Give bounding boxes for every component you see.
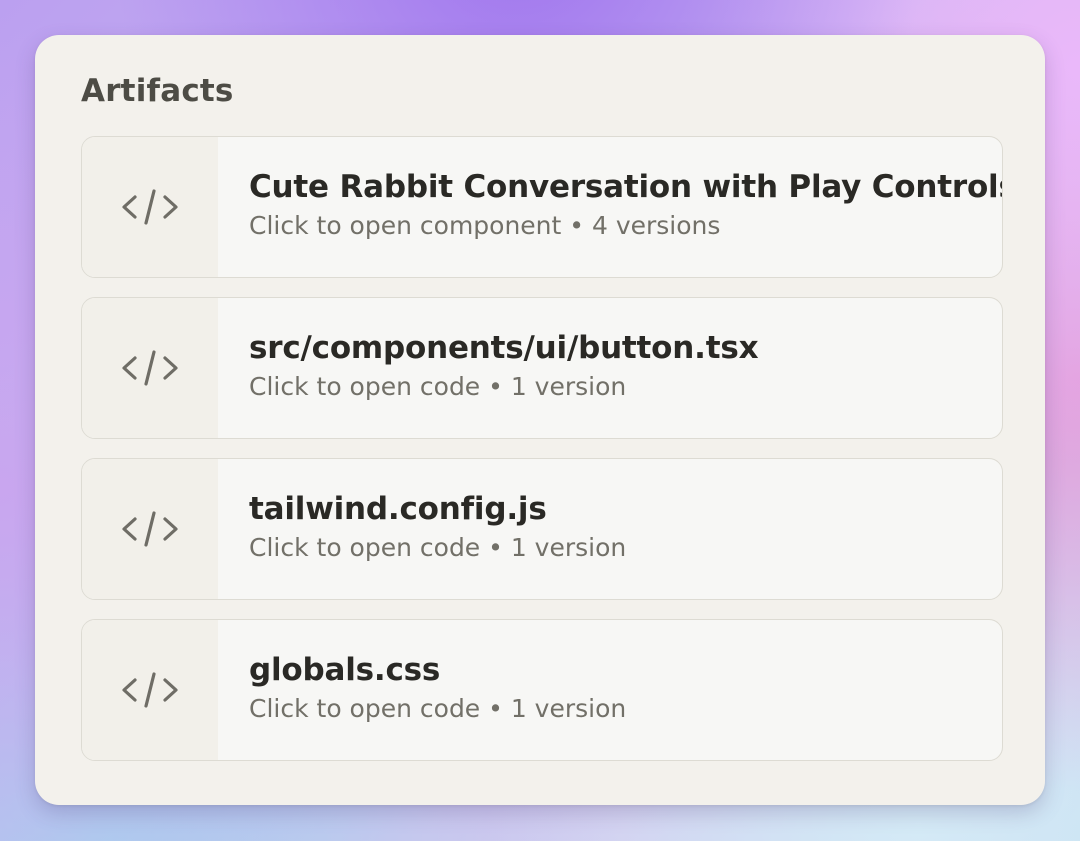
artifact-card[interactable]: Cute Rabbit Conversation with Play Contr… bbox=[81, 136, 1003, 278]
artifact-card[interactable]: globals.css Click to open code • 1 versi… bbox=[81, 619, 1003, 761]
artifact-card[interactable]: tailwind.config.js Click to open code • … bbox=[81, 458, 1003, 600]
artifact-icon-box bbox=[82, 459, 218, 599]
artifact-subtitle: Click to open component • 4 versions bbox=[249, 211, 721, 240]
code-icon bbox=[122, 509, 178, 549]
code-icon bbox=[122, 187, 178, 227]
artifact-icon-box bbox=[82, 298, 218, 438]
artifact-text: Cute Rabbit Conversation with Play Contr… bbox=[218, 137, 1002, 277]
code-icon bbox=[122, 670, 178, 710]
artifact-card[interactable]: src/components/ui/button.tsx Click to op… bbox=[81, 297, 1003, 439]
artifact-list: Cute Rabbit Conversation with Play Contr… bbox=[81, 136, 1003, 780]
artifact-title: Cute Rabbit Conversation with Play Contr… bbox=[249, 169, 1003, 205]
artifact-text: tailwind.config.js Click to open code • … bbox=[218, 459, 1002, 599]
artifact-subtitle: Click to open code • 1 version bbox=[249, 694, 627, 723]
artifact-subtitle: Click to open code • 1 version bbox=[249, 372, 627, 401]
artifact-icon-box bbox=[82, 620, 218, 760]
artifact-text: globals.css Click to open code • 1 versi… bbox=[218, 620, 1002, 760]
artifact-text: src/components/ui/button.tsx Click to op… bbox=[218, 298, 1002, 438]
artifact-subtitle: Click to open code • 1 version bbox=[249, 533, 627, 562]
code-icon bbox=[122, 348, 178, 388]
artifact-icon-box bbox=[82, 137, 218, 277]
artifact-title: globals.css bbox=[249, 652, 441, 688]
artifact-title: src/components/ui/button.tsx bbox=[249, 330, 759, 366]
artifact-title: tailwind.config.js bbox=[249, 491, 547, 527]
artifacts-panel: Artifacts Cute Rabbit Conversation with … bbox=[35, 35, 1045, 805]
panel-title: Artifacts bbox=[81, 73, 234, 109]
